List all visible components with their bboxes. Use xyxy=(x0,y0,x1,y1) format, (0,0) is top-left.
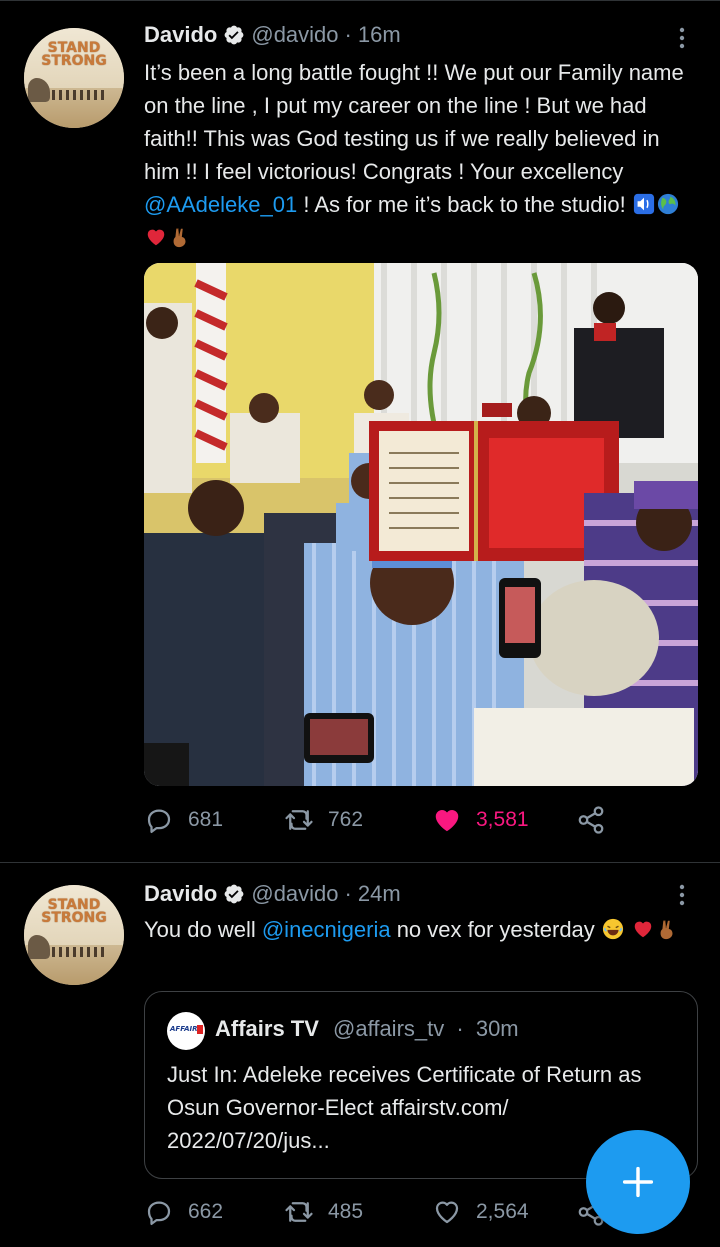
avatar[interactable]: STAND STRONG xyxy=(24,885,124,985)
verified-badge-icon xyxy=(224,25,244,45)
tweet-text: You do well @inecnigeria no vex for yest… xyxy=(144,913,700,946)
plus-icon xyxy=(622,1166,654,1198)
retweet-icon xyxy=(285,1202,313,1222)
timestamp[interactable]: 16m xyxy=(358,22,401,48)
globe-icon xyxy=(657,193,678,215)
tweet-text: It’s been a long battle fought !! We put… xyxy=(144,56,700,254)
quoted-header: Affairs TV @affairs_tv · 30m xyxy=(215,1016,519,1042)
reply-button[interactable]: 662 xyxy=(144,1197,223,1227)
like-button[interactable]: 2,564 xyxy=(432,1197,529,1227)
mention-link[interactable]: @inecnigeria xyxy=(262,917,391,942)
quoted-author-handle: @affairs_tv xyxy=(333,1016,445,1041)
ceremony-photo xyxy=(144,263,698,786)
retweet-count: 762 xyxy=(328,808,364,831)
timestamp[interactable]: 24m xyxy=(358,881,401,907)
more-options-icon[interactable] xyxy=(670,26,694,50)
tweet-photo[interactable] xyxy=(144,263,698,786)
tweet-text-start: It’s been a long battle fought !! We put… xyxy=(144,60,684,184)
tweet-text-end: ! As for me it’s back to the studio! xyxy=(297,192,632,217)
avatar[interactable]: STAND STRONG xyxy=(24,28,124,128)
reply-icon xyxy=(147,1201,171,1225)
author-handle[interactable]: @davido xyxy=(251,22,338,48)
laughing-face-icon xyxy=(602,918,623,940)
compose-tweet-button[interactable] xyxy=(586,1130,690,1234)
separator: · xyxy=(456,1016,464,1041)
share-icon xyxy=(578,806,604,834)
tweet-header: Davido @davido · 24m xyxy=(144,881,401,907)
retweet-button[interactable]: 762 xyxy=(284,805,363,835)
reply-count: 662 xyxy=(188,1200,224,1223)
victory-hand-icon xyxy=(660,920,673,940)
separator: · xyxy=(344,22,352,47)
like-button[interactable]: 3,581 xyxy=(432,805,529,835)
avatar-text: STAND STRONG xyxy=(41,897,107,926)
mention-link[interactable]: @AAdeleke_01 xyxy=(144,192,297,217)
victory-hand-icon xyxy=(173,228,186,248)
quoted-text: Just In: Adeleke receives Certificate of… xyxy=(167,1062,642,1153)
heart-filled-icon xyxy=(435,810,459,832)
like-count: 3,581 xyxy=(476,808,529,831)
tweet-header: Davido @davido · 16m xyxy=(144,22,401,48)
quoted-author-name: Affairs TV xyxy=(215,1016,319,1041)
speaker-icon xyxy=(633,193,654,215)
reply-icon xyxy=(147,809,171,833)
red-heart-icon xyxy=(634,921,652,938)
reply-button[interactable]: 681 xyxy=(144,805,223,835)
share-button[interactable] xyxy=(576,805,620,835)
author-handle[interactable]: @davido xyxy=(251,881,338,907)
tweet-text-start: You do well xyxy=(144,917,262,942)
author-name[interactable]: Davido xyxy=(144,22,217,48)
author-name[interactable]: Davido xyxy=(144,881,217,907)
avatar-text: STAND STRONG xyxy=(41,40,107,69)
more-options-icon[interactable] xyxy=(670,883,694,907)
separator: · xyxy=(344,881,352,906)
quoted-avatar[interactable]: AFFAIRS xyxy=(167,1012,205,1050)
retweet-button[interactable]: 485 xyxy=(284,1197,363,1227)
like-count: 2,564 xyxy=(476,1200,529,1223)
red-heart-icon xyxy=(147,229,165,246)
retweet-count: 485 xyxy=(328,1200,364,1223)
heart-outline-icon xyxy=(435,1201,459,1224)
reply-count: 681 xyxy=(188,808,224,831)
verified-badge-icon xyxy=(224,884,244,904)
tweet-actions: 681 762 3,581 xyxy=(144,805,684,845)
tweet-text-end: no vex for yesterday xyxy=(390,917,601,942)
tweet[interactable]: STAND STRONG Davido @davido · 16m It’s b… xyxy=(0,0,720,863)
retweet-icon xyxy=(285,810,313,830)
quoted-timestamp: 30m xyxy=(475,1016,519,1041)
